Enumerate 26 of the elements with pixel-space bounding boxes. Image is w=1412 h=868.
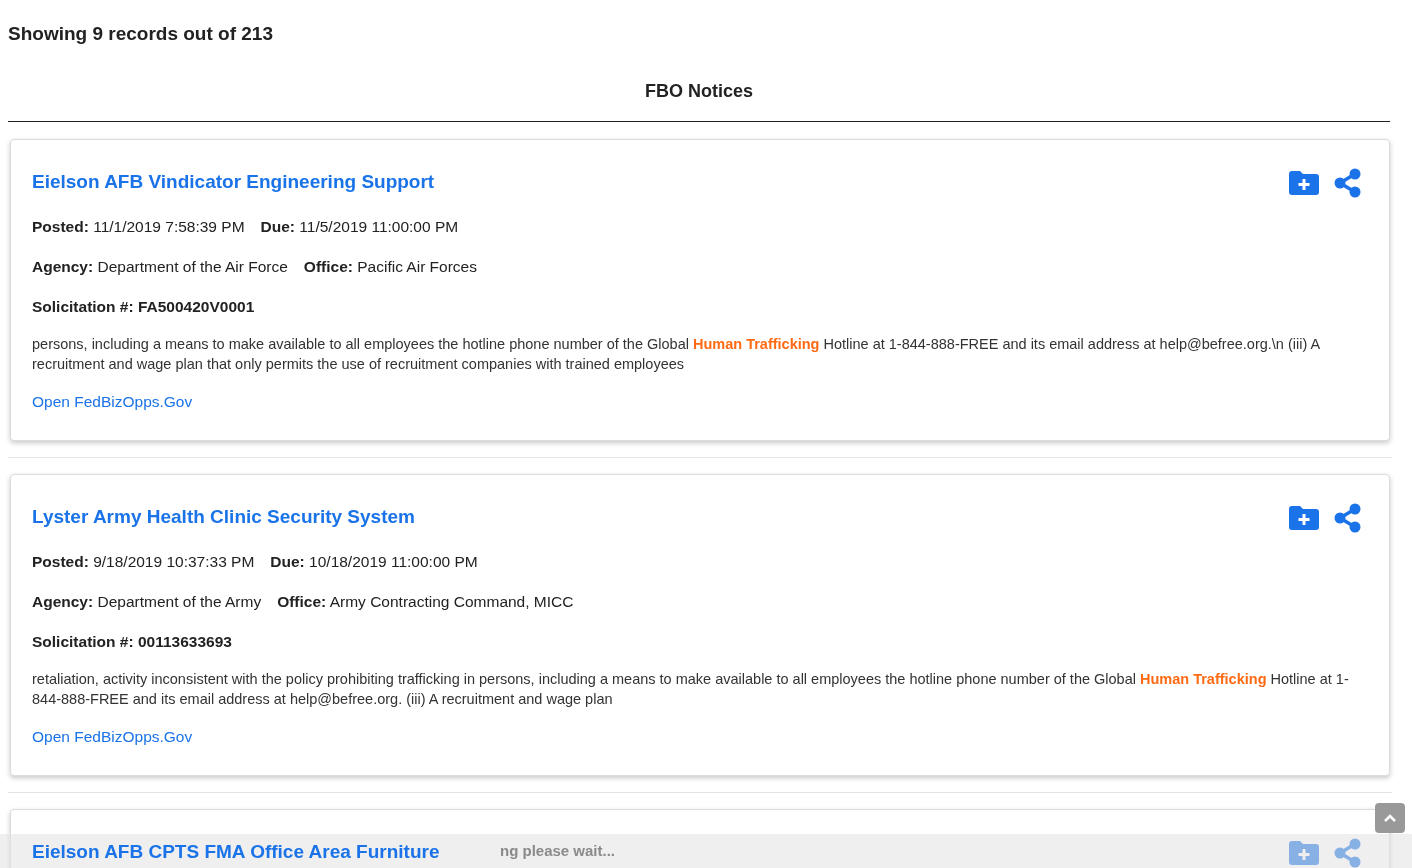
solicitation-number: Solicitation #: FA500420V0001 — [32, 297, 256, 317]
notice-field: Agency: Department of the Air Force — [32, 254, 288, 278]
notice-title-link[interactable]: Eielson AFB Vindicator Engineering Support — [32, 168, 435, 197]
notice-field: Posted: 9/18/2019 10:37:33 PM — [32, 549, 255, 573]
section-heading: FBO Notices — [644, 79, 754, 103]
notice-snippet: retaliation, activity inconsistent with the policy prohibiting trafficking in persons, including a means to make available to all employees the hotline phone number of the Global Human Trafficking Hotline at 1-844-888-FREE and its email address at help@befree.org. (iii) A recruitment and wage plan — [32, 670, 1350, 710]
fedbizopps-link[interactable]: Open FedBizOpps.Gov — [32, 725, 1368, 749]
solicitation-number: Solicitation #: 00113633693 — [32, 632, 233, 652]
records-summary: Showing 9 records out of 213 — [8, 22, 274, 46]
share-icon[interactable] — [1334, 167, 1362, 198]
loading-text: ng please wait... — [500, 840, 616, 861]
notice-title-link[interactable]: Eielson AFB CPTS FMA Office Area Furniture — [32, 838, 440, 867]
notice-snippet: persons, including a means to make available to all employees the hotline phone number of the Global Human Trafficking Hotline at 1-844-888-FREE and its email address at help@befree.org.\n (iii) A recruitment and wage plan that only permits the use of recruitment companies with trained employees — [32, 335, 1321, 375]
folder-plus-icon[interactable] — [1289, 170, 1319, 195]
notice-title-link[interactable]: Lyster Army Health Clinic Security System — [32, 503, 415, 532]
folder-plus-icon[interactable] — [1289, 505, 1319, 530]
notice-field: Posted: 11/1/2019 7:58:39 PM — [32, 214, 245, 238]
share-icon[interactable] — [1334, 502, 1362, 533]
notice-field: Due: 10/18/2019 11:00:00 PM — [270, 549, 478, 573]
chevron-up-icon — [1384, 814, 1396, 822]
notice-field: Agency: Department of the Army — [32, 589, 262, 613]
scroll-to-top-button[interactable] — [1375, 803, 1405, 833]
notice-field: Due: 11/5/2019 11:00:00 PM — [260, 214, 459, 238]
fedbizopps-link[interactable]: Open FedBizOpps.Gov — [32, 390, 1368, 414]
notice-field: Office: Pacific Air Forces — [303, 254, 477, 278]
notice-field: Office: Army Contracting Command, MICC — [277, 589, 574, 613]
